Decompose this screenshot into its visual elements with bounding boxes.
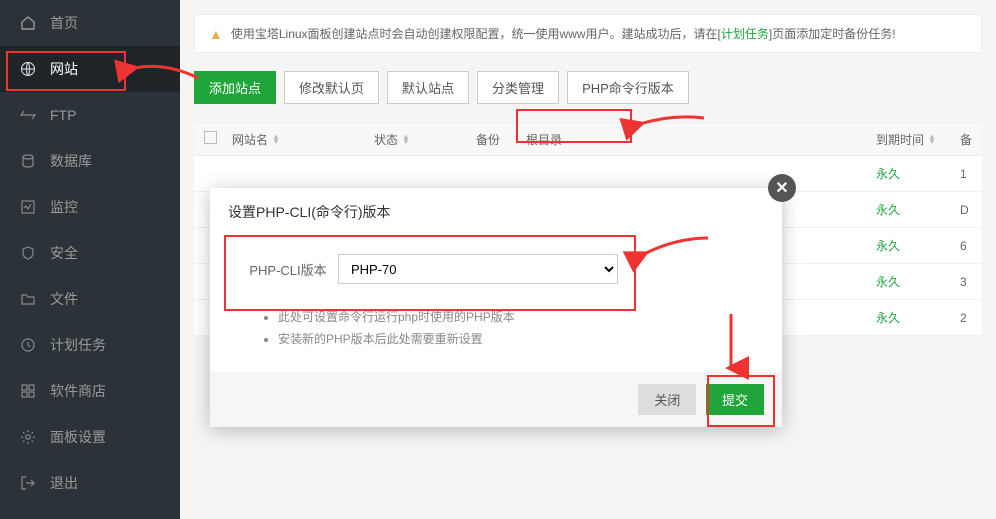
exit-icon — [20, 475, 36, 491]
sidebar-item-label: 退出 — [50, 473, 78, 493]
table-row[interactable]: 永久1 — [194, 156, 982, 192]
sidebar-item-appstore[interactable]: 软件商店 — [0, 368, 180, 414]
sidebar-item-settings[interactable]: 面板设置 — [0, 414, 180, 460]
folder-icon — [20, 291, 36, 307]
alert-text: 使用宝塔Linux面板创建站点时会自动创建权限配置，统一使用www用户。建站成功… — [231, 25, 896, 42]
apps-icon — [20, 383, 36, 399]
shield-icon — [20, 245, 36, 261]
ftp-icon — [20, 107, 36, 123]
sidebar-item-cron[interactable]: 计划任务 — [0, 322, 180, 368]
expire-cell[interactable]: 永久 — [876, 201, 960, 218]
warning-icon: ▲ — [209, 26, 223, 42]
header-expire[interactable]: 到期时间▲▼ — [876, 131, 960, 148]
category-button[interactable]: 分类管理 — [477, 71, 559, 104]
header-last: 备 — [960, 131, 982, 148]
sidebar-item-logout[interactable]: 退出 — [0, 460, 180, 506]
sort-icon: ▲▼ — [272, 134, 280, 144]
sidebar-item-ftp[interactable]: FTP — [0, 92, 180, 138]
tip-item: 安装新的PHP版本后此处需要重新设置 — [278, 328, 764, 350]
modal-title: 设置PHP-CLI(命令行)版本 — [210, 188, 782, 236]
home-icon — [20, 15, 36, 31]
sidebar-item-label: FTP — [50, 107, 76, 123]
select-all-checkbox[interactable] — [204, 131, 232, 147]
expire-cell[interactable]: 永久 — [876, 273, 960, 290]
table-header: 网站名▲▼ 状态▲▼ 备份 根目录 到期时间▲▼ 备 — [194, 122, 982, 156]
globe-icon — [20, 61, 36, 77]
sidebar-item-files[interactable]: 文件 — [0, 276, 180, 322]
add-site-button[interactable]: 添加站点 — [194, 71, 276, 104]
toolbar: 添加站点 修改默认页 默认站点 分类管理 PHP命令行版本 — [194, 71, 982, 104]
sidebar-item-label: 软件商店 — [50, 381, 106, 401]
header-backup: 备份 — [476, 131, 526, 148]
edit-default-button[interactable]: 修改默认页 — [284, 71, 379, 104]
sidebar-item-label: 网站 — [50, 59, 78, 79]
clock-icon — [20, 337, 36, 353]
alert-bar: ▲ 使用宝塔Linux面板创建站点时会自动创建权限配置，统一使用www用户。建站… — [194, 14, 982, 53]
sidebar-item-website[interactable]: 网站 — [0, 46, 180, 92]
sidebar-item-label: 安全 — [50, 243, 78, 263]
tips-list: 此处可设置命令行运行php时使用的PHP版本 安装新的PHP版本后此处需要重新设… — [228, 298, 764, 364]
monitor-icon — [20, 199, 36, 215]
form-label: PHP-CLI版本 — [238, 260, 338, 279]
sidebar-item-label: 面板设置 — [50, 427, 106, 447]
database-icon — [20, 153, 36, 169]
sort-icon: ▲▼ — [402, 134, 410, 144]
gear-icon — [20, 429, 36, 445]
sidebar-item-home[interactable]: 首页 — [0, 0, 180, 46]
sidebar-item-security[interactable]: 安全 — [0, 230, 180, 276]
sidebar-item-database[interactable]: 数据库 — [0, 138, 180, 184]
expire-cell[interactable]: 永久 — [876, 237, 960, 254]
default-site-button[interactable]: 默认站点 — [387, 71, 469, 104]
tip-item: 此处可设置命令行运行php时使用的PHP版本 — [278, 306, 764, 328]
sidebar-item-label: 计划任务 — [50, 335, 106, 355]
sidebar-item-label: 首页 — [50, 13, 78, 33]
header-name[interactable]: 网站名▲▼ — [232, 131, 374, 148]
php-cli-modal: ✕ 设置PHP-CLI(命令行)版本 PHP-CLI版本 PHP-70 此处可设… — [210, 188, 782, 427]
sidebar-item-label: 监控 — [50, 197, 78, 217]
close-icon[interactable]: ✕ — [768, 174, 796, 202]
php-version-select[interactable]: PHP-70 — [338, 254, 618, 284]
cancel-button[interactable]: 关闭 — [638, 384, 696, 415]
alert-link[interactable]: 计划任务 — [721, 27, 769, 41]
sort-icon: ▲▼ — [928, 134, 936, 144]
expire-cell[interactable]: 永久 — [876, 165, 960, 182]
header-status[interactable]: 状态▲▼ — [374, 131, 476, 148]
modal-footer: 关闭 提交 — [210, 372, 782, 427]
submit-button[interactable]: 提交 — [706, 384, 764, 415]
form-row: PHP-CLI版本 PHP-70 — [228, 240, 764, 298]
php-cli-button[interactable]: PHP命令行版本 — [567, 71, 689, 104]
sidebar-item-label: 数据库 — [50, 151, 92, 171]
header-root: 根目录 — [526, 131, 876, 148]
sidebar-item-label: 文件 — [50, 289, 78, 309]
expire-cell[interactable]: 永久 — [876, 309, 960, 326]
sidebar: 首页 网站 FTP 数据库 监控 安全 文件 计划任务 软件商店 面板设置 退出 — [0, 0, 180, 519]
sidebar-item-monitor[interactable]: 监控 — [0, 184, 180, 230]
